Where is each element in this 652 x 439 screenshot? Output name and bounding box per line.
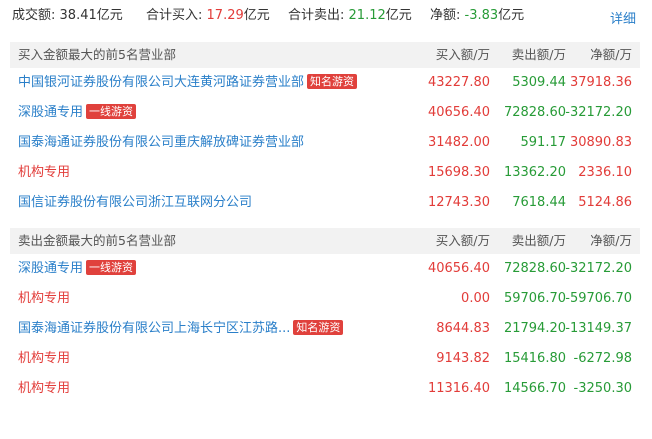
broker-name-link[interactable]: 深股通专用 一线游资 — [18, 98, 137, 128]
buy-amount: 15698.30 — [427, 165, 490, 180]
sell-table-rows: 深股通专用 一线游资 40656.40 72828.60 -32172.20 机构专用 0.… — [10, 254, 640, 404]
broker-name-link[interactable]: 机构专用 — [18, 344, 70, 374]
broker-name[interactable]: 机构专用 — [18, 165, 70, 180]
broker-name[interactable]: 深股通专用 — [18, 105, 83, 120]
net-amount: 5124.86 — [578, 195, 632, 210]
sell-amount: 14566.70 — [503, 381, 566, 396]
total-buy-value: 17.29 — [206, 8, 244, 23]
broker-name-link[interactable]: 机构专用 — [18, 284, 70, 314]
broker-name[interactable]: 机构专用 — [18, 381, 70, 396]
table-row: 机构专用 0.00 59706.70 -59706.70 — [10, 284, 640, 314]
broker-name[interactable]: 深股通专用 — [18, 261, 83, 276]
sell-table-header: 卖出金额最大的前5名营业部 买入额/万 卖出额/万 净额/万 — [10, 228, 640, 254]
table-row: 机构专用 9143.82 15416.80 -6272.98 — [10, 344, 640, 374]
turnover-stat: 成交额: 38.41亿元 — [12, 8, 123, 24]
buy-table-header: 买入金额最大的前5名营业部 买入额/万 卖出额/万 净额/万 — [10, 42, 640, 68]
broker-name-link[interactable]: 深股通专用 一线游资 — [18, 254, 137, 284]
net-stat: 净额: -3.83亿元 — [430, 8, 524, 24]
net-amount: -13149.37 — [565, 321, 632, 336]
col-sell-header: 卖出额/万 — [511, 47, 566, 62]
sell-top5-table: 卖出金额最大的前5名营业部 买入额/万 卖出额/万 净额/万 深股通专用 一线游资… — [10, 228, 640, 404]
broker-name[interactable]: 国泰海通证券股份有限公司重庆解放碑证券营业部 — [18, 135, 304, 150]
buy-amount: 12743.30 — [427, 195, 490, 210]
table-row: 机构专用 11316.40 14566.70 -3250.30 — [10, 374, 640, 404]
trader-tag-badge: 知名游资 — [293, 320, 344, 335]
turnover-label: 成交额: — [12, 8, 56, 23]
sell-amount: 7618.44 — [512, 195, 566, 210]
table-row: 机构专用 15698.30 13362.20 2336.10 — [10, 158, 640, 188]
table-row: 国信证券股份有限公司浙江互联网分公司 12743.30 7618.44 5124.86 — [10, 188, 640, 218]
net-unit: 亿元 — [498, 8, 525, 23]
total-sell-unit: 亿元 — [385, 8, 412, 23]
net-label: 净额: — [430, 8, 461, 23]
net-amount: 2336.10 — [578, 165, 632, 180]
buy-table-rows: 中国银河证券股份有限公司大连黄河路证券营业部 知名游资 43227.80 5309.4… — [10, 68, 640, 218]
net-value: -3.83 — [464, 8, 499, 23]
sell-amount: 21794.20 — [503, 321, 566, 336]
table-row: 中国银河证券股份有限公司大连黄河路证券营业部 知名游资 43227.80 5309.4… — [10, 68, 640, 98]
buy-top5-table: 买入金额最大的前5名营业部 买入额/万 卖出额/万 净额/万 中国银河证券股份有… — [10, 42, 640, 218]
net-amount: -6272.98 — [573, 351, 632, 366]
table-row: 深股通专用 一线游资 40656.40 72828.60 -32172.20 — [10, 98, 640, 128]
broker-name[interactable]: 机构专用 — [18, 291, 70, 306]
trader-tag-badge: 一线游资 — [86, 104, 137, 119]
col-net-header: 净额/万 — [590, 233, 632, 248]
col-buy-header: 买入额/万 — [435, 233, 490, 248]
net-amount: -3250.30 — [573, 381, 632, 396]
buy-table-title: 买入金额最大的前5名营业部 — [18, 47, 176, 62]
buy-amount: 8644.83 — [436, 321, 490, 336]
col-net-header: 净额/万 — [590, 47, 632, 62]
total-sell-label: 合计卖出: — [288, 8, 345, 23]
sell-amount: 72828.60 — [503, 261, 566, 276]
total-sell-stat: 合计卖出: 21.12亿元 — [288, 8, 412, 24]
broker-name-link[interactable]: 国信证券股份有限公司浙江互联网分公司 — [18, 188, 252, 218]
broker-name-link[interactable]: 机构专用 — [18, 158, 70, 188]
summary-bar: 成交额: 38.41亿元 合计买入: 17.29亿元 合计卖出: 21.12亿元… — [0, 0, 652, 34]
total-buy-stat: 合计买入: 17.29亿元 — [146, 8, 270, 24]
trader-tag-badge: 知名游资 — [307, 74, 358, 89]
detail-link[interactable]: 详细 — [610, 8, 636, 27]
col-sell-header: 卖出额/万 — [511, 233, 566, 248]
buy-amount: 31482.00 — [427, 135, 490, 150]
trader-tag-badge: 一线游资 — [86, 260, 137, 275]
broker-name-link[interactable]: 国泰海通证券股份有限公司上海长宁区江苏路... 知名游资 — [18, 314, 344, 344]
table-row: 国泰海通证券股份有限公司上海长宁区江苏路... 知名游资 8644.83 21794.… — [10, 314, 640, 344]
broker-name-link[interactable]: 机构专用 — [18, 374, 70, 404]
net-amount: -32172.20 — [565, 105, 632, 120]
buy-amount: 0.00 — [461, 291, 490, 306]
sell-amount: 59706.70 — [503, 291, 566, 306]
total-sell-value: 21.12 — [348, 8, 386, 23]
buy-amount: 11316.40 — [427, 381, 490, 396]
sell-table-title: 卖出金额最大的前5名营业部 — [18, 233, 176, 248]
turnover-value: 38.41亿元 — [59, 8, 123, 23]
buy-amount: 43227.80 — [427, 75, 490, 90]
net-amount: -32172.20 — [565, 261, 632, 276]
sell-amount: 15416.80 — [503, 351, 566, 366]
broker-name-link[interactable]: 国泰海通证券股份有限公司重庆解放碑证券营业部 — [18, 128, 304, 158]
total-buy-label: 合计买入: — [146, 8, 203, 23]
buy-amount: 40656.40 — [427, 261, 490, 276]
net-amount: 30890.83 — [569, 135, 632, 150]
net-amount: 37918.36 — [569, 75, 632, 90]
broker-name[interactable]: 国信证券股份有限公司浙江互联网分公司 — [18, 195, 252, 210]
broker-name[interactable]: 中国银河证券股份有限公司大连黄河路证券营业部 — [18, 75, 304, 90]
net-amount: -59706.70 — [565, 291, 632, 306]
sell-amount: 72828.60 — [503, 105, 566, 120]
total-buy-unit: 亿元 — [243, 8, 270, 23]
col-buy-header: 买入额/万 — [435, 47, 490, 62]
sell-amount: 591.17 — [520, 135, 567, 150]
broker-name[interactable]: 国泰海通证券股份有限公司上海长宁区江苏路... — [18, 321, 290, 336]
sell-amount: 5309.44 — [512, 75, 566, 90]
table-row: 国泰海通证券股份有限公司重庆解放碑证券营业部 31482.00 591.17 3089… — [10, 128, 640, 158]
buy-amount: 9143.82 — [436, 351, 490, 366]
sell-amount: 13362.20 — [503, 165, 566, 180]
broker-name[interactable]: 机构专用 — [18, 351, 70, 366]
table-row: 深股通专用 一线游资 40656.40 72828.60 -32172.20 — [10, 254, 640, 284]
broker-name-link[interactable]: 中国银河证券股份有限公司大连黄河路证券营业部 知名游资 — [18, 68, 358, 98]
buy-amount: 40656.40 — [427, 105, 490, 120]
